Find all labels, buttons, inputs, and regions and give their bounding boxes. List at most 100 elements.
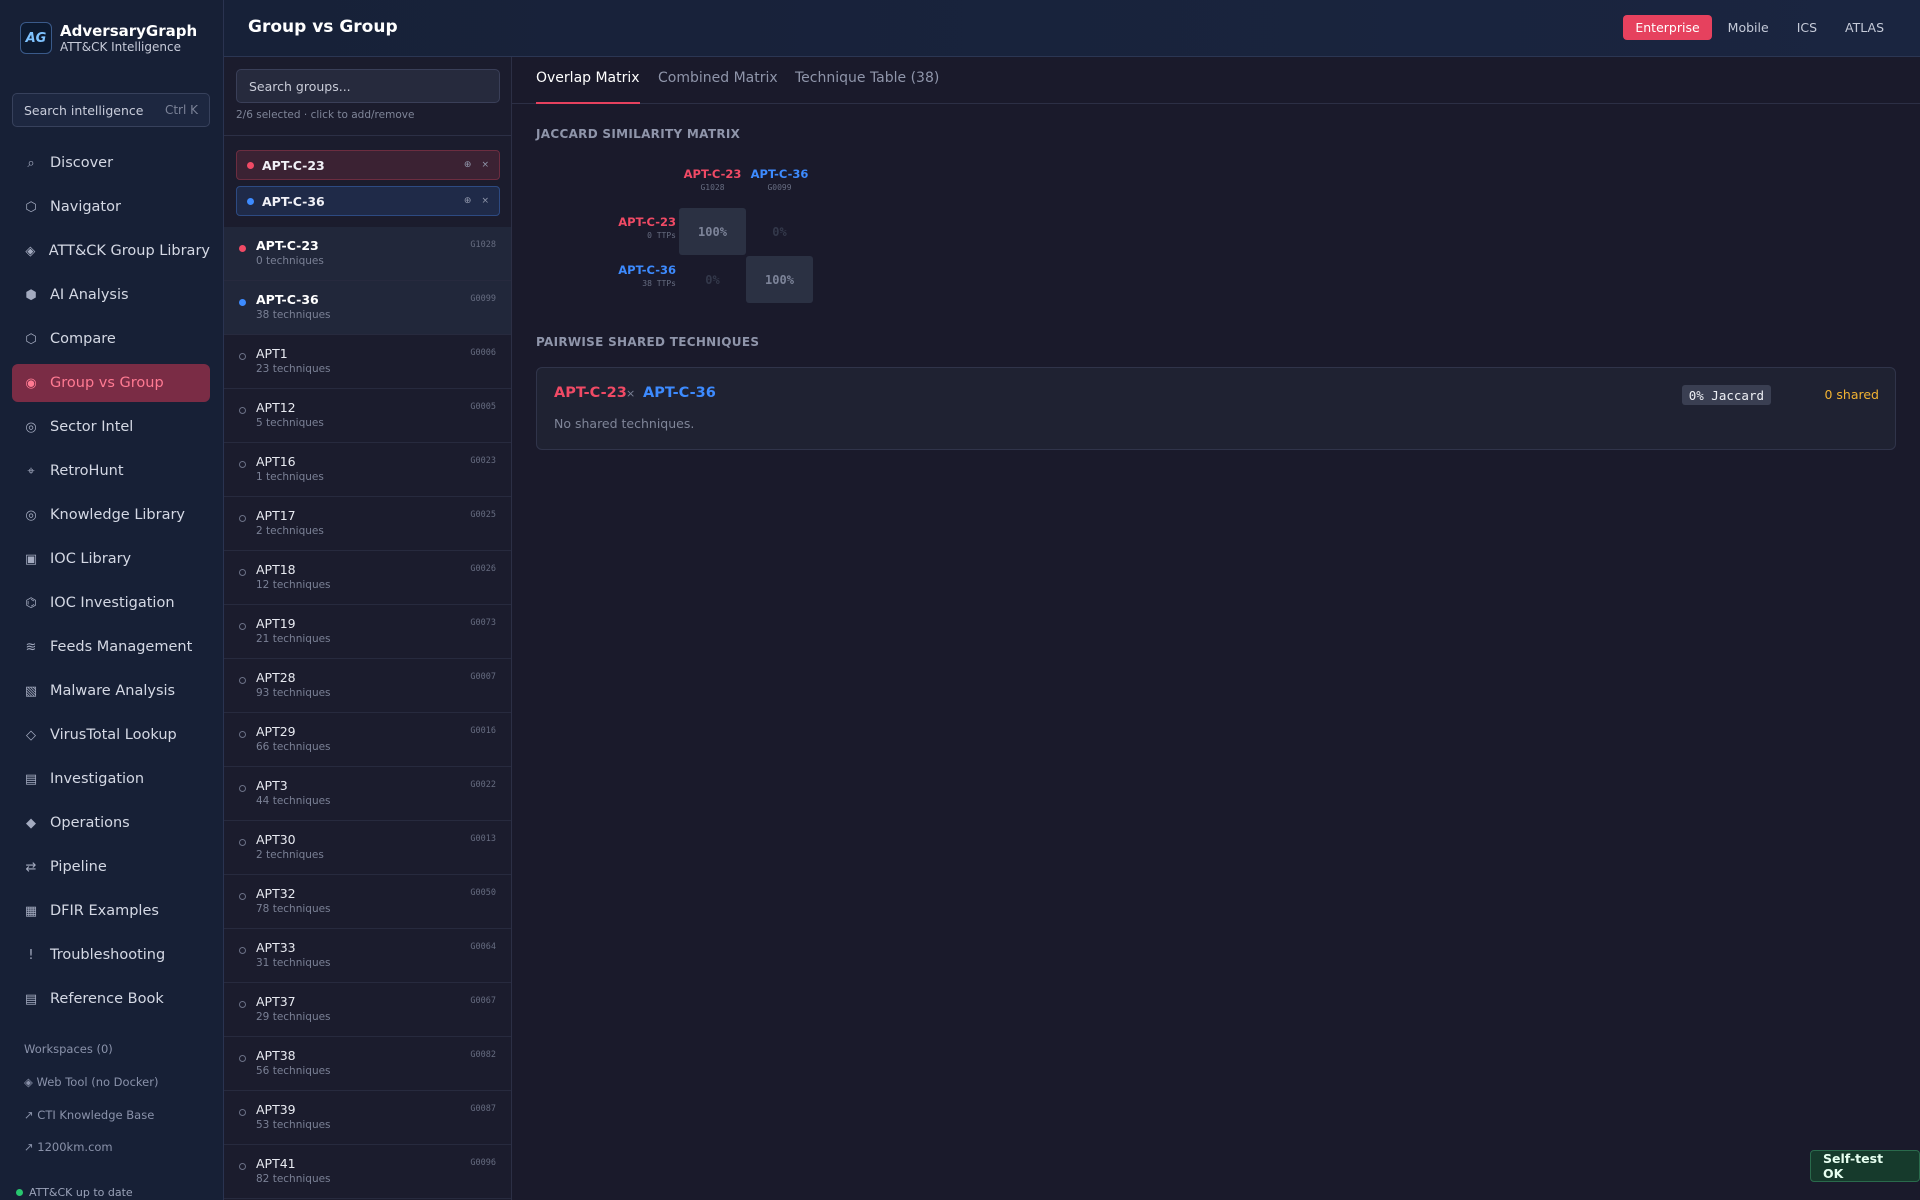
external-site-link[interactable]: ↗ 1200km.com — [24, 1140, 113, 1154]
sidebar-item-att-ck-group-library[interactable]: ◈ ATT&CK Group Library — [12, 232, 210, 270]
sidebar-item-label: Troubleshooting — [50, 947, 166, 963]
sidebar-item-retrohunt[interactable]: ⌖ RetroHunt — [12, 452, 210, 490]
sidebar-item-reference-book[interactable]: ▤ Reference Book — [12, 980, 210, 1018]
row-ttp-count: 38 TTPs — [642, 279, 676, 288]
group-list-item[interactable]: APT41 82 techniques G0096 — [224, 1145, 511, 1199]
unselected-circle-icon — [239, 623, 246, 630]
feed-icon: ≋ — [25, 639, 37, 655]
sidebar-item-label: Reference Book — [50, 991, 164, 1007]
selected-group-chip[interactable]: APT-C-36 ⊕ × — [236, 186, 500, 216]
unselected-circle-icon — [239, 1001, 246, 1008]
sidebar-item-investigation[interactable]: ▤ Investigation — [12, 760, 210, 798]
sidebar-item-label: Sector Intel — [50, 419, 134, 435]
sidebar-item-navigator[interactable]: ⬡ Navigator — [12, 188, 210, 226]
sidebar-item-feeds-management[interactable]: ≋ Feeds Management — [12, 628, 210, 666]
group-list-item[interactable]: APT18 12 techniques G0026 — [224, 551, 511, 605]
global-search[interactable]: Search intelligence Ctrl K — [12, 93, 210, 127]
global-search-label: Search intelligence — [24, 102, 144, 118]
sidebar-item-ai-analysis[interactable]: ⬢ AI Analysis — [12, 276, 210, 314]
matrix-cell[interactable]: 100% — [746, 256, 813, 303]
matrix-heading: JACCARD SIMILARITY MATRIX — [536, 127, 741, 141]
group-list-item[interactable]: APT-C-23 0 techniques G1028 — [224, 227, 511, 281]
group-id: G0087 — [470, 1104, 496, 1114]
remove-icon[interactable]: × — [481, 160, 489, 170]
group-list-item[interactable]: APT39 53 techniques G0087 — [224, 1091, 511, 1145]
group-search-input[interactable] — [236, 69, 500, 103]
sidebar-item-group-vs-group[interactable]: ◉ Group vs Group — [12, 364, 210, 402]
sidebar-item-malware-analysis[interactable]: ▧ Malware Analysis — [12, 672, 210, 710]
sidebar-item-discover[interactable]: ⌕ Discover — [12, 144, 210, 182]
view-tabs: Overlap Matrix Combined Matrix Technique… — [512, 57, 1920, 104]
sidebar-item-ioc-library[interactable]: ▣ IOC Library — [12, 540, 210, 578]
operations-icon: ◆ — [26, 815, 36, 831]
matrix-cell[interactable]: 100% — [679, 208, 746, 255]
sidebar-item-virustotal-lookup[interactable]: ◇ VirusTotal Lookup — [12, 716, 210, 754]
remove-icon[interactable]: × — [481, 196, 489, 206]
self-test-badge[interactable]: Self-test OK — [1810, 1150, 1920, 1182]
focus-icon[interactable]: ⊕ — [464, 160, 472, 170]
sidebar-item-compare[interactable]: ⬡ Compare — [12, 320, 210, 358]
group-list-item[interactable]: APT30 2 techniques G0013 — [224, 821, 511, 875]
compare-icon: ⬡ — [25, 331, 37, 347]
group-list-item[interactable]: APT37 29 techniques G0067 — [224, 983, 511, 1037]
workspaces-link[interactable]: Workspaces (0) — [24, 1042, 113, 1056]
group-list-item[interactable]: APT3 44 techniques G0022 — [224, 767, 511, 821]
shared-count: 0 shared — [1824, 387, 1879, 402]
group-list-item[interactable]: APT16 1 techniques G0023 — [224, 443, 511, 497]
pairwise-card[interactable]: APT-C-23 × APT-C-36 0% Jaccard 0 shared … — [536, 367, 1896, 450]
unselected-circle-icon — [239, 947, 246, 954]
domain-switch: Enterprise Mobile ICS ATLAS — [1623, 15, 1896, 40]
group-list-item[interactable]: APT1 23 techniques G0006 — [224, 335, 511, 389]
domain-mobile-button[interactable]: Mobile — [1716, 15, 1781, 40]
sidebar-item-troubleshooting[interactable]: ! Troubleshooting — [12, 936, 210, 974]
app-logo: AG — [20, 22, 52, 54]
group-list-item[interactable]: APT12 5 techniques G0005 — [224, 389, 511, 443]
sidebar-item-knowledge-library[interactable]: ◎ Knowledge Library — [12, 496, 210, 534]
attack-status: ATT&CK up to date — [16, 1186, 133, 1199]
brand[interactable]: AG AdversaryGraph ATT&CK Intelligence — [0, 0, 223, 56]
group-technique-count: 21 techniques — [256, 633, 331, 645]
tab-combined-matrix[interactable]: Combined Matrix — [658, 70, 778, 104]
sidebar-item-operations[interactable]: ◆ Operations — [12, 804, 210, 842]
group-list-item[interactable]: APT29 66 techniques G0016 — [224, 713, 511, 767]
focus-icon[interactable]: ⊕ — [464, 196, 472, 206]
pair-separator: × — [626, 387, 636, 400]
unselected-circle-icon — [239, 461, 246, 468]
group-list: APT-C-23 0 techniques G1028 APT-C-36 38 tech… — [224, 227, 511, 1199]
group-list-item[interactable]: APT33 31 techniques G0064 — [224, 929, 511, 983]
group-id: G0073 — [470, 618, 496, 628]
group-list-item[interactable]: APT19 21 techniques G0073 — [224, 605, 511, 659]
sidebar-item-label: Navigator — [50, 199, 121, 215]
diamond-icon: ◈ — [25, 243, 36, 259]
group-technique-count: 0 techniques — [256, 255, 324, 267]
selected-group-chip[interactable]: APT-C-23 ⊕ × — [236, 150, 500, 180]
cti-knowledge-base-link[interactable]: ↗ CTI Knowledge Base — [24, 1108, 154, 1122]
group-list-item[interactable]: APT32 78 techniques G0050 — [224, 875, 511, 929]
sidebar-item-sector-intel[interactable]: ◎ Sector Intel — [12, 408, 210, 446]
group-id: G0025 — [470, 510, 496, 520]
group-list-item[interactable]: APT38 56 techniques G0082 — [224, 1037, 511, 1091]
sidebar-item-label: Discover — [50, 155, 114, 171]
domain-ics-button[interactable]: ICS — [1785, 15, 1829, 40]
tab-overlap-matrix[interactable]: Overlap Matrix — [536, 70, 640, 104]
matrix-cell[interactable]: 0% — [679, 256, 746, 303]
sector-icon: ◎ — [25, 419, 37, 435]
sidebar-item-label: IOC Library — [50, 551, 132, 567]
domain-enterprise-button[interactable]: Enterprise — [1623, 15, 1712, 40]
group-list-item[interactable]: APT28 93 techniques G0007 — [224, 659, 511, 713]
domain-atlas-button[interactable]: ATLAS — [1833, 15, 1896, 40]
matrix-column-header: APT-C-23 G1028 — [679, 167, 746, 194]
app-name: AdversaryGraph — [60, 21, 198, 40]
sidebar-item-pipeline[interactable]: ⇄ Pipeline — [12, 848, 210, 886]
tab-technique-table[interactable]: Technique Table (38) — [795, 70, 939, 104]
unselected-circle-icon — [239, 1055, 246, 1062]
group-list-item[interactable]: APT17 2 techniques G0025 — [224, 497, 511, 551]
sidebar-item-label: IOC Investigation — [50, 595, 175, 611]
group-list-item[interactable]: APT-C-36 38 techniques G0099 — [224, 281, 511, 335]
sidebar-item-ioc-investigation[interactable]: ⌬ IOC Investigation — [12, 584, 210, 622]
web-tool-link[interactable]: ◈ Web Tool (no Docker) — [24, 1075, 158, 1089]
sidebar-item-dfir-examples[interactable]: ▦ DFIR Examples — [12, 892, 210, 930]
unselected-circle-icon — [239, 893, 246, 900]
matrix-cell[interactable]: 0% — [746, 208, 813, 255]
column-group-id: G0099 — [767, 183, 792, 192]
